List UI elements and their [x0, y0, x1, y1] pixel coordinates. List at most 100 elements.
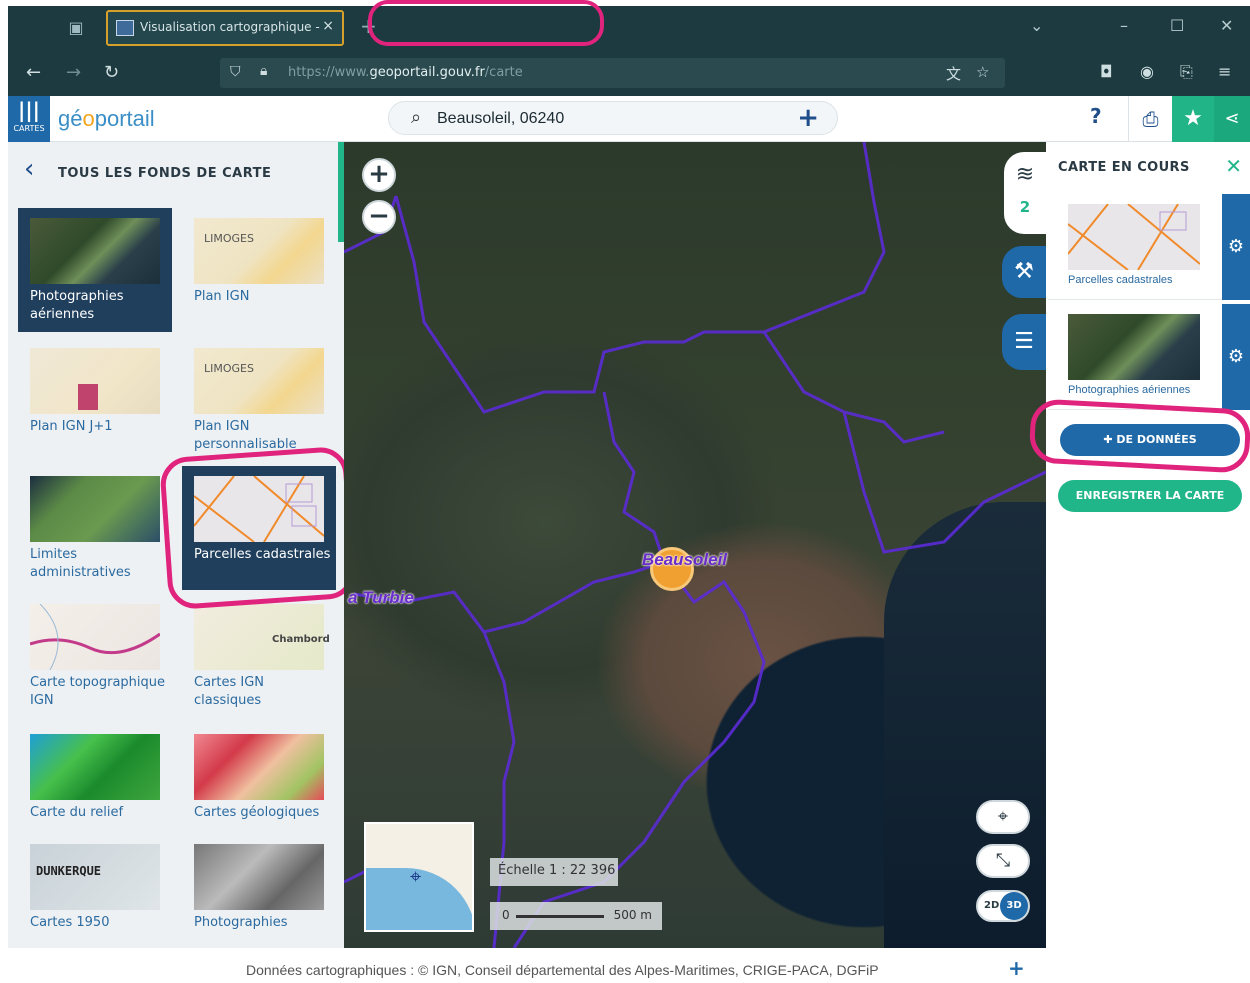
add-data-highlight-annotation — [1028, 398, 1250, 474]
layer-thumbnail — [1067, 203, 1201, 271]
layers-count: 2 — [1019, 198, 1031, 216]
layer-card-photographies[interactable]: Photographies aériennes ⚙ — [1048, 304, 1250, 410]
search-input[interactable]: Beausoleil, 06240 — [437, 110, 564, 128]
favicon-icon — [116, 20, 134, 36]
attribution-expand-icon[interactable]: + — [1008, 956, 1025, 980]
map-view[interactable]: + − Beausoleil a Turbie ⌖ Échelle 1 : 22… — [344, 142, 1046, 948]
classiques-thumbnail: Chambord — [194, 604, 330, 670]
back-arrow-icon[interactable]: ← — [26, 62, 41, 83]
layer-thumbnail — [1068, 314, 1200, 380]
limites-thumbnail — [30, 476, 160, 542]
panel-title: TOUS LES FONDS DE CARTE — [58, 166, 272, 181]
layer-card-parcelles[interactable]: Parcelles cadastrales ⚙ — [1048, 194, 1250, 300]
tile-label: Photographies aériennes — [30, 289, 124, 322]
cartes-1950-thumbnail: DUNKERQUE — [30, 844, 160, 910]
forward-arrow-icon[interactable]: → — [66, 62, 81, 83]
tab-list-chevron-icon[interactable]: ⌄ — [1030, 16, 1043, 35]
basemap-tile-classiques[interactable]: Chambord Cartes IGN classiques — [182, 594, 336, 718]
close-window-icon[interactable]: ✕ — [1220, 16, 1233, 35]
tab-title: Visualisation cartographique - — [140, 20, 320, 34]
url-text[interactable]: https://www.geoportail.gouv.fr/carte — [288, 65, 523, 80]
minimize-icon[interactable]: – — [1120, 16, 1128, 35]
fullscreen-icon[interactable]: ⤡ — [976, 844, 1030, 878]
toggle-2d[interactable]: 2D — [984, 900, 999, 911]
minimap-target-icon: ⌖ — [410, 864, 422, 888]
topo-thumbnail — [29, 603, 161, 671]
tile-label: Limites administratives — [30, 547, 131, 580]
tile-label: Carte du relief — [30, 805, 124, 820]
basemap-tile-plan-ign[interactable]: LIMOGES Plan IGN — [182, 208, 336, 332]
cartes-menu-button[interactable]: ||| CARTES — [8, 96, 50, 142]
layers-tab[interactable]: ≋ 2 — [1004, 152, 1046, 234]
zoom-out-button[interactable]: − — [362, 200, 396, 234]
photographies-thumbnail — [194, 844, 324, 910]
plan-j1-thumbnail — [30, 348, 160, 414]
favorites-star-icon[interactable]: ★ — [1172, 96, 1214, 142]
account-icon[interactable]: ◉ — [1140, 62, 1154, 81]
tile-label: Photographies — [194, 915, 288, 930]
share-icon[interactable]: ⋖ — [1214, 96, 1250, 142]
pocket-icon[interactable]: ◘ — [1100, 62, 1113, 81]
menu-icon[interactable]: ≡ — [1218, 62, 1231, 81]
geologie-thumbnail — [194, 734, 324, 800]
back-chevron-icon[interactable]: ‹ — [24, 154, 34, 184]
zoom-in-button[interactable]: + — [362, 158, 396, 192]
tile-label: Plan IGN — [194, 289, 250, 304]
basemap-tile-plan-j1[interactable]: Plan IGN J+1 — [18, 338, 172, 462]
overview-minimap[interactable]: ⌖ — [364, 822, 474, 932]
layers-icon: ≋ — [1015, 162, 1035, 187]
place-label-beausoleil: Beausoleil — [642, 550, 728, 569]
browser-tab[interactable]: Visualisation cartographique - × — [106, 10, 344, 46]
gear-icon[interactable]: ⚙ — [1222, 194, 1250, 300]
scale-distance: 500 m — [613, 908, 652, 922]
translate-icon[interactable]: 文 — [946, 63, 961, 84]
browser-tabbar: ▣ Visualisation cartographique - × + ⌄ –… — [8, 6, 1250, 50]
bookmark-star-icon[interactable]: ☆ — [976, 63, 989, 81]
scale-line — [516, 915, 604, 918]
gear-icon[interactable]: ⚙ — [1222, 304, 1250, 410]
basemap-tile-topo[interactable]: Carte topographique IGN — [18, 594, 172, 718]
view-2d-3d-toggle[interactable]: 2D 3D — [976, 890, 1030, 922]
basemap-tile-relief[interactable]: Carte du relief — [18, 724, 172, 848]
print-icon[interactable]: ⎙ — [1128, 96, 1172, 142]
tile-label: Plan IGN J+1 — [30, 419, 113, 434]
geoportail-logo[interactable]: géoportail — [58, 106, 155, 132]
basemap-tile-limites[interactable]: Limites administratives — [18, 466, 172, 590]
layer-name: Parcelles cadastrales — [1068, 274, 1173, 286]
search-options-plus-icon[interactable]: + — [797, 103, 819, 133]
basemap-tile-1950[interactable]: DUNKERQUE Cartes 1950 — [18, 834, 172, 948]
search-icon[interactable]: ⌕ — [411, 107, 421, 128]
tile-label: Cartes 1950 — [30, 915, 110, 930]
save-map-button[interactable]: ENREGISTRER LA CARTE — [1058, 480, 1242, 512]
basemap-tile-photographies[interactable]: Photographies — [182, 834, 336, 948]
cartes-label: CARTES — [13, 124, 45, 133]
url-bar[interactable]: ⛉ 🔒︎ https://www.geoportail.gouv.fr/cart… — [220, 58, 1005, 88]
legend-list-icon[interactable]: ☰ — [1002, 314, 1046, 370]
help-button[interactable]: ? — [1090, 104, 1102, 128]
close-icon[interactable]: ✕ — [1225, 154, 1242, 178]
browser-navbar: ← → ↻ ⛉ 🔒︎ https://www.geoportail.gouv.f… — [8, 50, 1250, 96]
extensions-icon[interactable]: ⎘ — [1180, 62, 1193, 82]
plan-thumbnail: LIMOGES — [194, 218, 324, 284]
search-bar[interactable]: ⌕ Beausoleil, 06240 + — [388, 101, 838, 135]
tile-label: Carte topographique IGN — [30, 675, 166, 708]
close-tab-icon[interactable]: × — [322, 18, 334, 34]
tile-label: Cartes géologiques — [194, 805, 320, 820]
shield-icon[interactable]: ⛉ — [230, 64, 241, 80]
geolocate-icon[interactable]: ⌖ — [976, 800, 1030, 834]
basemap-tile-plan-perso[interactable]: LIMOGES Plan IGN personnalisable — [182, 338, 336, 462]
reload-icon[interactable]: ↻ — [104, 62, 119, 83]
relief-thumbnail — [30, 734, 160, 800]
scale-zero: 0 — [502, 908, 510, 922]
lock-icon[interactable]: 🔒︎ — [260, 63, 267, 79]
panel-title: CARTE EN COURS — [1058, 160, 1190, 175]
basemap-tile-aerial[interactable]: Photographies aériennes — [18, 208, 172, 332]
attribution-text: Données cartographiques : © IGN, Conseil… — [246, 962, 879, 978]
maximize-icon[interactable]: ☐ — [1170, 16, 1184, 35]
tab-overview-icon[interactable]: ▣ — [66, 18, 86, 38]
wrench-icon[interactable]: ⚒ — [1002, 246, 1046, 298]
app-header: ||| CARTES géoportail ⌕ Beausoleil, 0624… — [8, 96, 1250, 142]
toggle-3d[interactable]: 3D — [1000, 892, 1028, 920]
basemap-tile-geologie[interactable]: Cartes géologiques — [182, 724, 336, 848]
tile-label: Cartes IGN classiques — [194, 675, 265, 708]
